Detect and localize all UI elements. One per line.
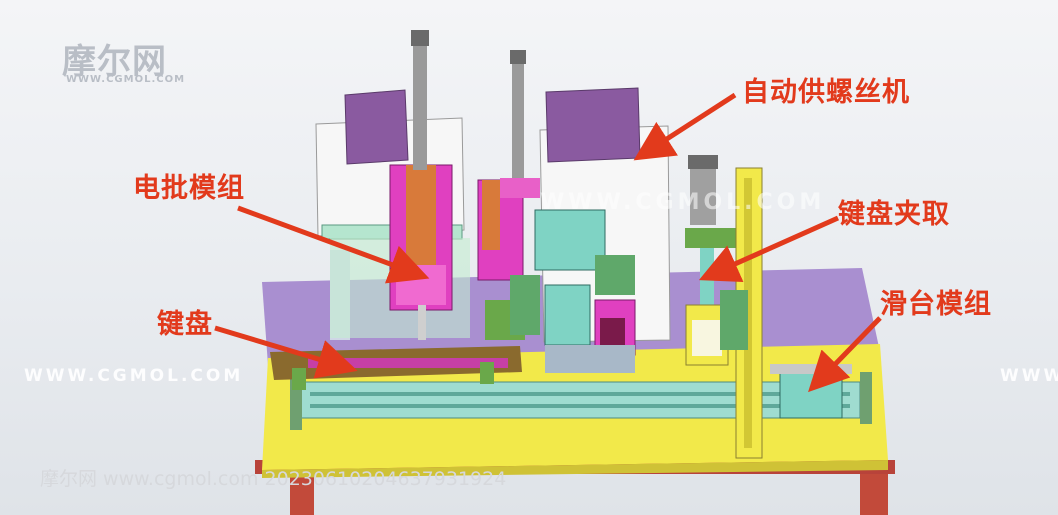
label-slide-module: 滑台模组 bbox=[880, 289, 992, 320]
label-keyboard-clamp: 键盘夹取 bbox=[838, 199, 950, 230]
cad-render: 摩尔网 WWW.CGMOL.COM WWW.CGMOL.COM WWW.CGMO… bbox=[0, 0, 1058, 515]
arrow-keyboard bbox=[214, 325, 358, 379]
label-screwdriver-module: 电批模组 bbox=[133, 173, 245, 204]
arrow-screw-feeder bbox=[633, 92, 737, 161]
arrow-slide-module bbox=[808, 316, 882, 393]
label-screw-feeder: 自动供螺丝机 bbox=[742, 77, 910, 108]
arrow-screwdriver-module bbox=[237, 205, 430, 284]
label-keyboard: 键盘 bbox=[157, 309, 213, 340]
arrow-keyboard-clamp bbox=[698, 215, 840, 283]
